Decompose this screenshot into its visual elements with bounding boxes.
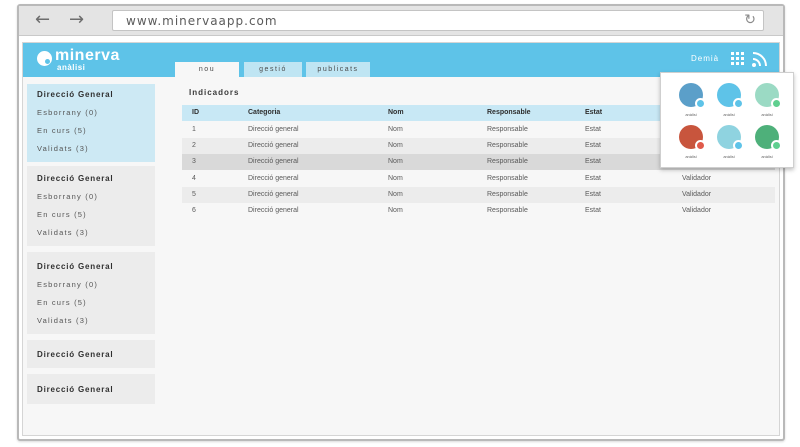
cell-categoria: Direcció general [248,126,299,133]
app-tile[interactable]: anàlisi [707,125,747,165]
cell-nom: Nom [388,207,403,214]
table-row[interactable]: 4 Direcció general Nom Responsable Estat… [182,171,775,187]
cell-responsable: Responsable [487,142,528,149]
app-tile[interactable]: anàlisi [669,83,709,123]
cell-categoria: Direcció general [248,207,299,214]
table-row[interactable]: 5 Direcció general Nom Responsable Estat… [182,187,775,203]
cell-id: 1 [192,126,196,133]
sidebar-item-validats[interactable]: Validats (3) [37,316,89,325]
arrow-left-icon[interactable]: ← [35,10,50,30]
cell-id: 4 [192,175,196,182]
cell-estat: Estat [585,158,601,165]
cell-responsable: Responsable [487,207,528,214]
browser-toolbar: ← → www.minervaapp.com ↻ [19,6,783,36]
cell-estat: Estat [585,126,601,133]
sidebar-item-en-curs[interactable]: En curs (5) [37,126,87,135]
cell-categoria: Direcció general [248,191,299,198]
sidebar-group-4[interactable]: Direcció General [27,340,155,368]
sidebar-item-validats[interactable]: Validats (3) [37,228,89,237]
app-badge-icon [771,98,782,109]
cell-nom: Nom [388,142,403,149]
cell-id: 3 [192,158,196,165]
app-launcher-popup: anàlisi anàlisi anàlisi anàlisi anàlisi … [660,72,794,168]
cell-responsable: Responsable [487,126,528,133]
cell-validador: Validador [682,175,712,182]
app-badge-icon [733,98,744,109]
cell-categoria: Direcció general [248,158,299,165]
user-name[interactable]: Demià [691,54,719,63]
tab-nou[interactable]: nou [175,62,239,77]
column-header-id[interactable]: ID [192,109,199,116]
app-tile[interactable]: anàlisi [745,83,785,123]
rss-feed-icon[interactable] [751,50,769,68]
cell-responsable: Responsable [487,175,528,182]
tab-publicats[interactable]: publicats [306,62,370,77]
sidebar-item-esborrany[interactable]: Esborrany (0) [37,280,98,289]
app-badge-icon [695,98,706,109]
sidebar-group-title[interactable]: Direcció General [37,174,113,183]
app-tile[interactable]: anàlisi [669,125,709,165]
app-tile[interactable]: anàlisi [707,83,747,123]
cell-responsable: Responsable [487,158,528,165]
sidebar-group-title[interactable]: Direcció General [37,90,113,99]
cell-categoria: Direcció general [248,175,299,182]
column-header-estat[interactable]: Estat [585,109,602,116]
column-header-responsable[interactable]: Responsable [487,109,531,116]
page-title: Indicadors [189,88,240,97]
column-header-nom[interactable]: Nom [388,109,404,116]
cell-estat: Estat [585,207,601,214]
app-label: anàlisi [761,154,773,159]
app-tile[interactable]: anàlisi [745,125,785,165]
cell-id: 6 [192,207,196,214]
cell-estat: Estat [585,175,601,182]
logo[interactable]: minerva anàlisi [37,47,147,74]
reload-icon[interactable]: ↻ [744,12,756,28]
cell-nom: Nom [388,175,403,182]
sidebar-group-2[interactable]: Direcció General Esborrany (0) En curs (… [27,166,155,246]
cell-estat: Estat [585,191,601,198]
sidebar-item-esborrany[interactable]: Esborrany (0) [37,192,98,201]
tab-gestio[interactable]: gestió [244,62,302,77]
sidebar-item-en-curs[interactable]: En curs (5) [37,210,87,219]
cell-nom: Nom [388,126,403,133]
app-badge-icon [695,140,706,151]
sidebar-group-1[interactable]: Direcció General Esborrany (0) En curs (… [27,84,155,162]
sidebar-group-title[interactable]: Direcció General [37,262,113,271]
sidebar-item-en-curs[interactable]: En curs (5) [37,298,87,307]
table-row[interactable]: 6 Direcció general Nom Responsable Estat… [182,203,775,219]
app-badge-icon [771,140,782,151]
apps-grid-icon[interactable] [731,52,744,65]
sidebar-group-5[interactable]: Direcció General [27,374,155,404]
address-bar[interactable]: www.minervaapp.com ↻ [112,10,764,31]
logo-mark-icon [37,51,52,66]
app-label: anàlisi [761,112,773,117]
cell-estat: Estat [585,142,601,149]
sidebar-group-title[interactable]: Direcció General [37,350,113,359]
arrow-right-icon[interactable]: → [69,10,84,30]
app-badge-icon [733,140,744,151]
sidebar-group-3[interactable]: Direcció General Esborrany (0) En curs (… [27,252,155,334]
cell-nom: Nom [388,191,403,198]
column-header-categoria[interactable]: Categoria [248,109,280,116]
sidebar-item-validats[interactable]: Validats (3) [37,144,89,153]
cell-responsable: Responsable [487,191,528,198]
cell-id: 5 [192,191,196,198]
logo-subtitle: anàlisi [57,63,86,72]
cell-nom: Nom [388,158,403,165]
sidebar-group-title[interactable]: Direcció General [37,385,113,394]
cell-categoria: Direcció general [248,142,299,149]
url-text: www.minervaapp.com [126,14,278,28]
cell-validador: Validador [682,207,712,214]
cell-validador: Validador [682,191,712,198]
sidebar-item-esborrany[interactable]: Esborrany (0) [37,108,98,117]
cell-id: 2 [192,142,196,149]
browser-window: ← → www.minervaapp.com ↻ minerva anàlisi… [17,4,794,441]
